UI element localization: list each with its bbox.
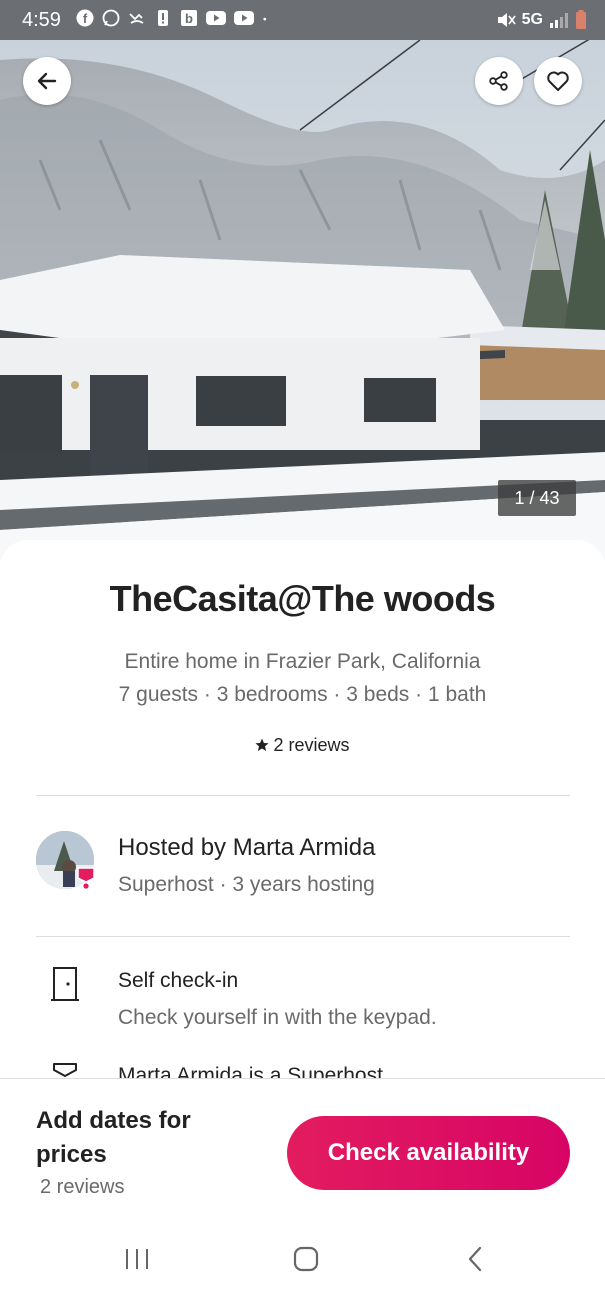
superhost-badge-icon: [77, 867, 95, 890]
youtube-icon: [234, 11, 254, 25]
home-icon[interactable]: [292, 1244, 320, 1274]
network-label: 5G: [521, 11, 543, 28]
star-icon: [255, 738, 269, 751]
recent-apps-icon[interactable]: [124, 1244, 150, 1274]
reviews-count: 2 reviews: [273, 735, 350, 755]
listing-capacity: 7 guests · 3 bedrooms · 3 beds · 1 bath: [118, 683, 487, 706]
heart-icon: [547, 71, 569, 91]
call-missed-icon: [129, 13, 144, 24]
share-icon: [489, 71, 508, 91]
host-name: Hosted by Marta Armida: [118, 834, 376, 861]
divider: [36, 795, 570, 796]
photo-counter: 1 / 43: [498, 480, 576, 516]
whatsapp-icon: [102, 9, 120, 27]
facebook-icon: f: [76, 9, 94, 27]
back-button[interactable]: [23, 57, 71, 105]
mute-icon: [497, 13, 516, 27]
host-subtitle: Superhost · 3 years hosting: [118, 873, 375, 896]
battery-icon: [576, 10, 586, 29]
notification-icons: f b: [76, 9, 272, 27]
svg-text:f: f: [83, 11, 88, 26]
feature-description: Check yourself in with the keypad.: [118, 1006, 437, 1029]
check-availability-button[interactable]: Check availability: [287, 1116, 570, 1190]
listing-subtitle: Entire home in Frazier Park, California: [124, 650, 481, 673]
listing-title: TheCasita@The woods: [109, 578, 496, 619]
share-button[interactable]: [475, 57, 523, 105]
footer-reviews[interactable]: 2 reviews: [40, 1176, 124, 1199]
price-label: Add dates for prices: [36, 1107, 191, 1168]
signal-icon: [550, 13, 568, 28]
dot-icon: [263, 17, 267, 21]
back-nav-icon[interactable]: [464, 1244, 488, 1274]
status-time: 4:59: [22, 9, 61, 31]
b-icon: b: [181, 10, 197, 26]
back-arrow-icon: [37, 72, 57, 90]
alert-icon: [158, 10, 168, 26]
reviews-link[interactable]: 2 reviews: [0, 735, 605, 756]
feature-title: Self check-in: [118, 969, 239, 992]
save-wishlist-button[interactable]: [534, 57, 582, 105]
youtube-icon: [206, 11, 226, 25]
svg-text:b: b: [185, 11, 193, 26]
status-right: 5G: [496, 10, 587, 30]
door-icon: [51, 967, 79, 1001]
status-bar: 4:59 f b 5G: [0, 0, 605, 40]
divider: [36, 936, 570, 937]
